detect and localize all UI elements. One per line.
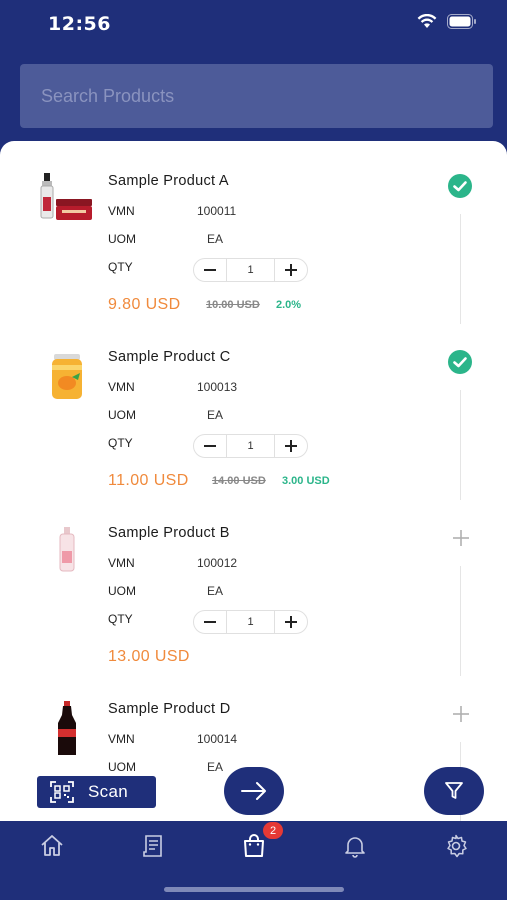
increment-button[interactable]: [275, 259, 307, 281]
plus-icon: [284, 440, 297, 452]
decrement-button[interactable]: [194, 259, 226, 281]
wifi-icon: [417, 14, 437, 28]
serum-cream-icon: [40, 173, 92, 220]
vmn-label: VMN: [108, 556, 135, 570]
uom-label: UOM: [108, 584, 136, 598]
cola-bottle-icon: [58, 701, 76, 755]
product-price: 11.00 USD: [108, 472, 189, 489]
status-bar: 12:56: [0, 0, 507, 50]
cart-badge: 2: [263, 822, 283, 839]
product-list[interactable]: Sample Product A VMN 100011 UOM EA QTY 1…: [0, 141, 507, 821]
discount-value: 2.0%: [276, 299, 302, 311]
add-icon[interactable]: [452, 529, 470, 547]
vmn-label: VMN: [108, 380, 135, 394]
home-icon[interactable]: [39, 833, 65, 859]
arrow-right-icon: [241, 782, 266, 800]
qty-label: QTY: [108, 612, 133, 626]
uom-value: EA: [207, 232, 224, 246]
product-name: Sample Product D: [108, 701, 231, 717]
battery-icon: [447, 14, 476, 29]
uom-label: UOM: [108, 232, 136, 246]
uom-label: UOM: [108, 760, 136, 774]
decrement-button[interactable]: [194, 611, 226, 633]
scan-label: Scan: [88, 782, 128, 801]
product-name: Sample Product C: [108, 349, 231, 365]
divider-line: [460, 390, 461, 500]
product-price: 9.80 USD: [108, 296, 181, 313]
receipt-icon[interactable]: [140, 833, 166, 859]
product-item[interactable]: Sample Product A VMN 100011 UOM EA QTY 1…: [0, 141, 507, 324]
plus-icon: [284, 616, 297, 628]
filter-icon: [445, 782, 463, 799]
quantity-stepper[interactable]: 1: [193, 610, 308, 634]
scan-button[interactable]: Scan: [37, 776, 156, 808]
uom-label: UOM: [108, 408, 136, 422]
increment-button[interactable]: [275, 611, 307, 633]
search-input[interactable]: [20, 64, 493, 128]
minus-icon: [204, 621, 217, 623]
discount-value: 3.00 USD: [282, 475, 330, 487]
check-circle-icon[interactable]: [448, 350, 472, 374]
qty-label: QTY: [108, 260, 133, 274]
qr-scan-icon: [50, 781, 74, 803]
minus-icon: [204, 269, 217, 271]
vmn-value: 100014: [197, 732, 238, 746]
product-item[interactable]: Sample Product C VMN 100013 UOM EA QTY 1…: [0, 317, 507, 500]
divider-line: [460, 214, 461, 324]
original-price: 10.00 USD: [206, 299, 260, 311]
vmn-value: 100013: [197, 380, 238, 394]
uom-value: EA: [207, 760, 224, 774]
quantity-value[interactable]: 1: [226, 435, 275, 457]
product-name: Sample Product B: [108, 525, 230, 541]
search-bar[interactable]: [20, 64, 493, 128]
juice-can-icon: [52, 354, 82, 399]
gear-icon[interactable]: [443, 833, 469, 859]
uom-value: EA: [207, 408, 224, 422]
home-indicator: [164, 887, 344, 892]
status-time: 12:56: [48, 13, 111, 35]
quantity-value[interactable]: 1: [226, 611, 275, 633]
decrement-button[interactable]: [194, 435, 226, 457]
status-icons: [417, 14, 477, 29]
filter-button[interactable]: [424, 767, 484, 815]
divider-line: [460, 566, 461, 676]
add-icon[interactable]: [452, 705, 470, 723]
minus-icon: [204, 445, 217, 447]
shopping-bag-icon[interactable]: [241, 833, 267, 859]
plus-icon: [284, 264, 297, 276]
uom-value: EA: [207, 584, 224, 598]
vmn-label: VMN: [108, 204, 135, 218]
next-button[interactable]: [224, 767, 284, 815]
quantity-value[interactable]: 1: [226, 259, 275, 281]
check-circle-icon[interactable]: [448, 174, 472, 198]
vmn-value: 100011: [197, 204, 237, 218]
increment-button[interactable]: [275, 435, 307, 457]
product-name: Sample Product A: [108, 173, 229, 189]
original-price: 14.00 USD: [212, 475, 266, 487]
vmn-value: 100012: [197, 556, 238, 570]
product-item[interactable]: Sample Product B VMN 100012 UOM EA QTY 1…: [0, 493, 507, 676]
quantity-stepper[interactable]: 1: [193, 434, 308, 458]
product-price: 13.00 USD: [108, 648, 190, 665]
vmn-label: VMN: [108, 732, 135, 746]
qty-label: QTY: [108, 436, 133, 450]
quantity-stepper[interactable]: 1: [193, 258, 308, 282]
lotion-bottle-icon: [59, 527, 75, 572]
bell-icon[interactable]: [342, 833, 368, 859]
